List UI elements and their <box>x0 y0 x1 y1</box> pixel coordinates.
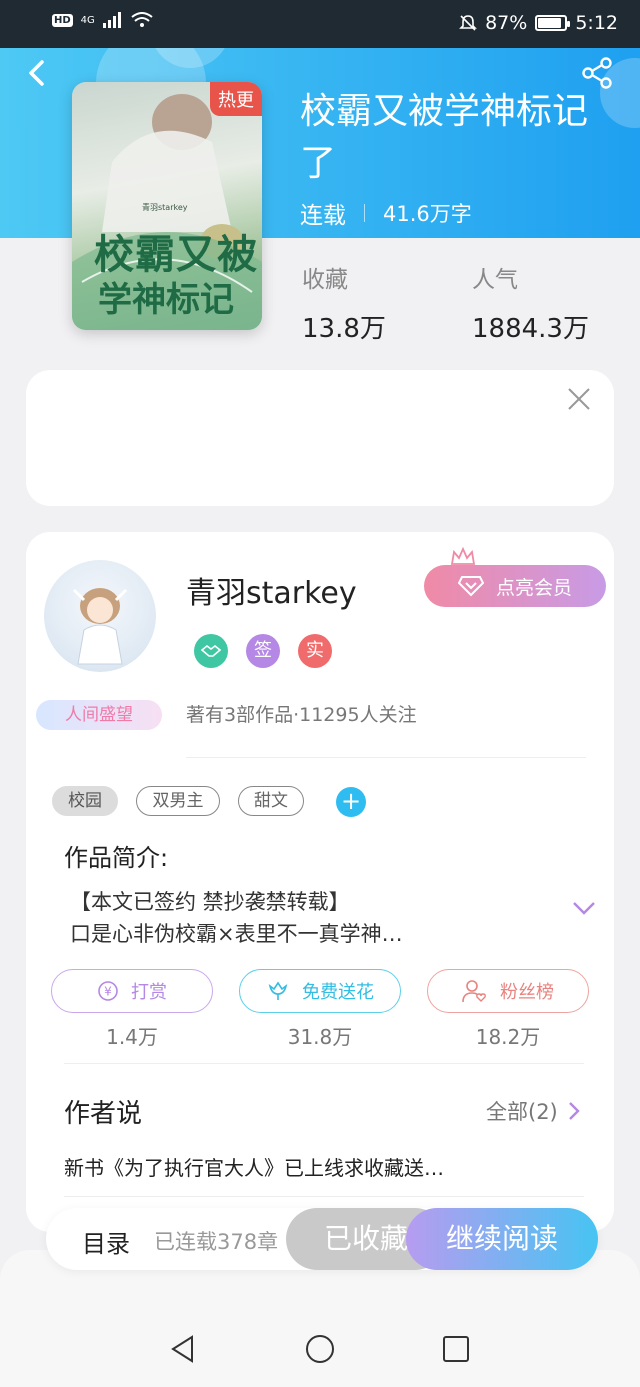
tip-label: 打赏 <box>131 982 167 1003</box>
user-heart-icon <box>462 980 486 1003</box>
all-author-notes-link[interactable]: 全部(2) <box>486 1096 580 1126</box>
stat-label: 收藏 <box>302 267 348 293</box>
stat-value: 13.8万 <box>302 314 386 344</box>
yuan-coin-icon: ¥ <box>98 981 118 1001</box>
share-icon[interactable] <box>580 56 614 90</box>
separator <box>364 204 365 222</box>
author-meta: 著有3部作品·11295人关注 <box>186 704 417 726</box>
cover-author: 青羽starkey <box>142 203 188 212</box>
send-flower-label: 免费送花 <box>302 982 374 1003</box>
signal-icon <box>102 12 121 28</box>
author-note-item[interactable]: 新书《为了执行官大人》已上线求收藏送… <box>64 1152 444 1181</box>
book-status-row: 连载 41.6万字 <box>300 196 472 230</box>
all-notes-label: 全部(2) <box>486 1100 558 1124</box>
verified-badge: 实 <box>298 634 332 668</box>
fan-count: 18.2万 <box>475 1025 541 1049</box>
intro-line: 口是心非伪校霸×表里不一真学神… <box>70 922 403 946</box>
ad-card <box>26 370 614 506</box>
back-arrow-icon[interactable] <box>24 58 50 88</box>
svg-text:¥: ¥ <box>104 985 112 999</box>
author-name[interactable]: 青羽starkey <box>186 568 357 612</box>
intro-title: 作品简介: <box>64 844 169 872</box>
network-indicator: 4G <box>80 14 95 26</box>
send-flower-button[interactable]: 免费送花 <box>239 969 401 1013</box>
tip-count: 1.4万 <box>106 1025 158 1049</box>
battery-percent: 87% <box>485 12 528 34</box>
tip-button[interactable]: ¥ 打赏 <box>51 969 213 1013</box>
chevron-right-icon <box>568 1102 580 1120</box>
tag-campus[interactable]: 校园 <box>52 786 118 816</box>
divider <box>186 757 586 758</box>
book-cover[interactable]: 热更 青羽starkey 校霸又被 学神标记 <box>72 82 262 330</box>
mute-bell-icon <box>459 15 478 31</box>
add-tag-button[interactable]: + <box>336 787 366 817</box>
fan-ranking-button[interactable]: 粉丝榜 <box>427 969 589 1013</box>
vip-button[interactable]: 点亮会员 <box>424 565 606 607</box>
stat-value: 1884.3万 <box>472 314 589 344</box>
crown-icon <box>450 546 476 565</box>
status-bar: HD 4G 87% 5:12 <box>0 0 640 48</box>
hd-indicator: HD <box>52 13 73 27</box>
author-title-badge: 人间盛望 <box>36 700 162 730</box>
divider <box>64 1063 584 1064</box>
author-avatar[interactable] <box>44 560 156 672</box>
nav-recents-icon[interactable] <box>441 1334 471 1364</box>
serial-status: 连载 <box>300 203 346 229</box>
table-of-contents-button[interactable]: 目录 <box>82 1224 130 1259</box>
diamond-icon <box>457 576 484 597</box>
continue-reading-button[interactable]: 继续阅读 <box>406 1208 598 1270</box>
flower-icon <box>268 981 288 1000</box>
stat-favorites: 收藏 13.8万 <box>302 260 386 345</box>
fan-ranking-label: 粉丝榜 <box>500 982 554 1003</box>
battery-icon <box>535 15 571 31</box>
handshake-icon <box>200 644 222 657</box>
word-count: 41.6万字 <box>383 202 472 226</box>
close-icon[interactable] <box>566 386 592 412</box>
tag-dual-male[interactable]: 双男主 <box>136 786 220 816</box>
stat-popularity: 人气 1884.3万 <box>472 260 589 345</box>
chapter-count[interactable]: 已连载378章 <box>154 1226 278 1256</box>
cover-title-line2: 学神标记 <box>98 280 234 320</box>
intro-line: 【本文已签约 禁抄袭禁转载】 <box>70 890 350 914</box>
bottom-panel <box>0 1250 640 1387</box>
nav-home-icon[interactable] <box>305 1334 335 1364</box>
wifi-icon <box>131 12 153 27</box>
signed-badge: 签 <box>246 634 280 668</box>
handshake-badge-icon <box>194 634 228 668</box>
battery-fill <box>538 18 561 28</box>
flower-count: 31.8万 <box>287 1025 353 1049</box>
hot-update-badge: 热更 <box>210 82 262 116</box>
chevron-down-icon[interactable] <box>572 900 596 916</box>
book-title: 校霸又被学神标记了 <box>300 91 589 184</box>
clock: 5:12 <box>575 12 618 34</box>
divider <box>64 1196 584 1197</box>
tag-sweet[interactable]: 甜文 <box>238 786 304 816</box>
nav-back-icon[interactable] <box>168 1334 198 1364</box>
stat-label: 人气 <box>472 267 518 293</box>
avatar-illustration <box>72 588 128 665</box>
author-says-title: 作者说 <box>64 1099 143 1129</box>
vip-button-label: 点亮会员 <box>495 576 572 599</box>
